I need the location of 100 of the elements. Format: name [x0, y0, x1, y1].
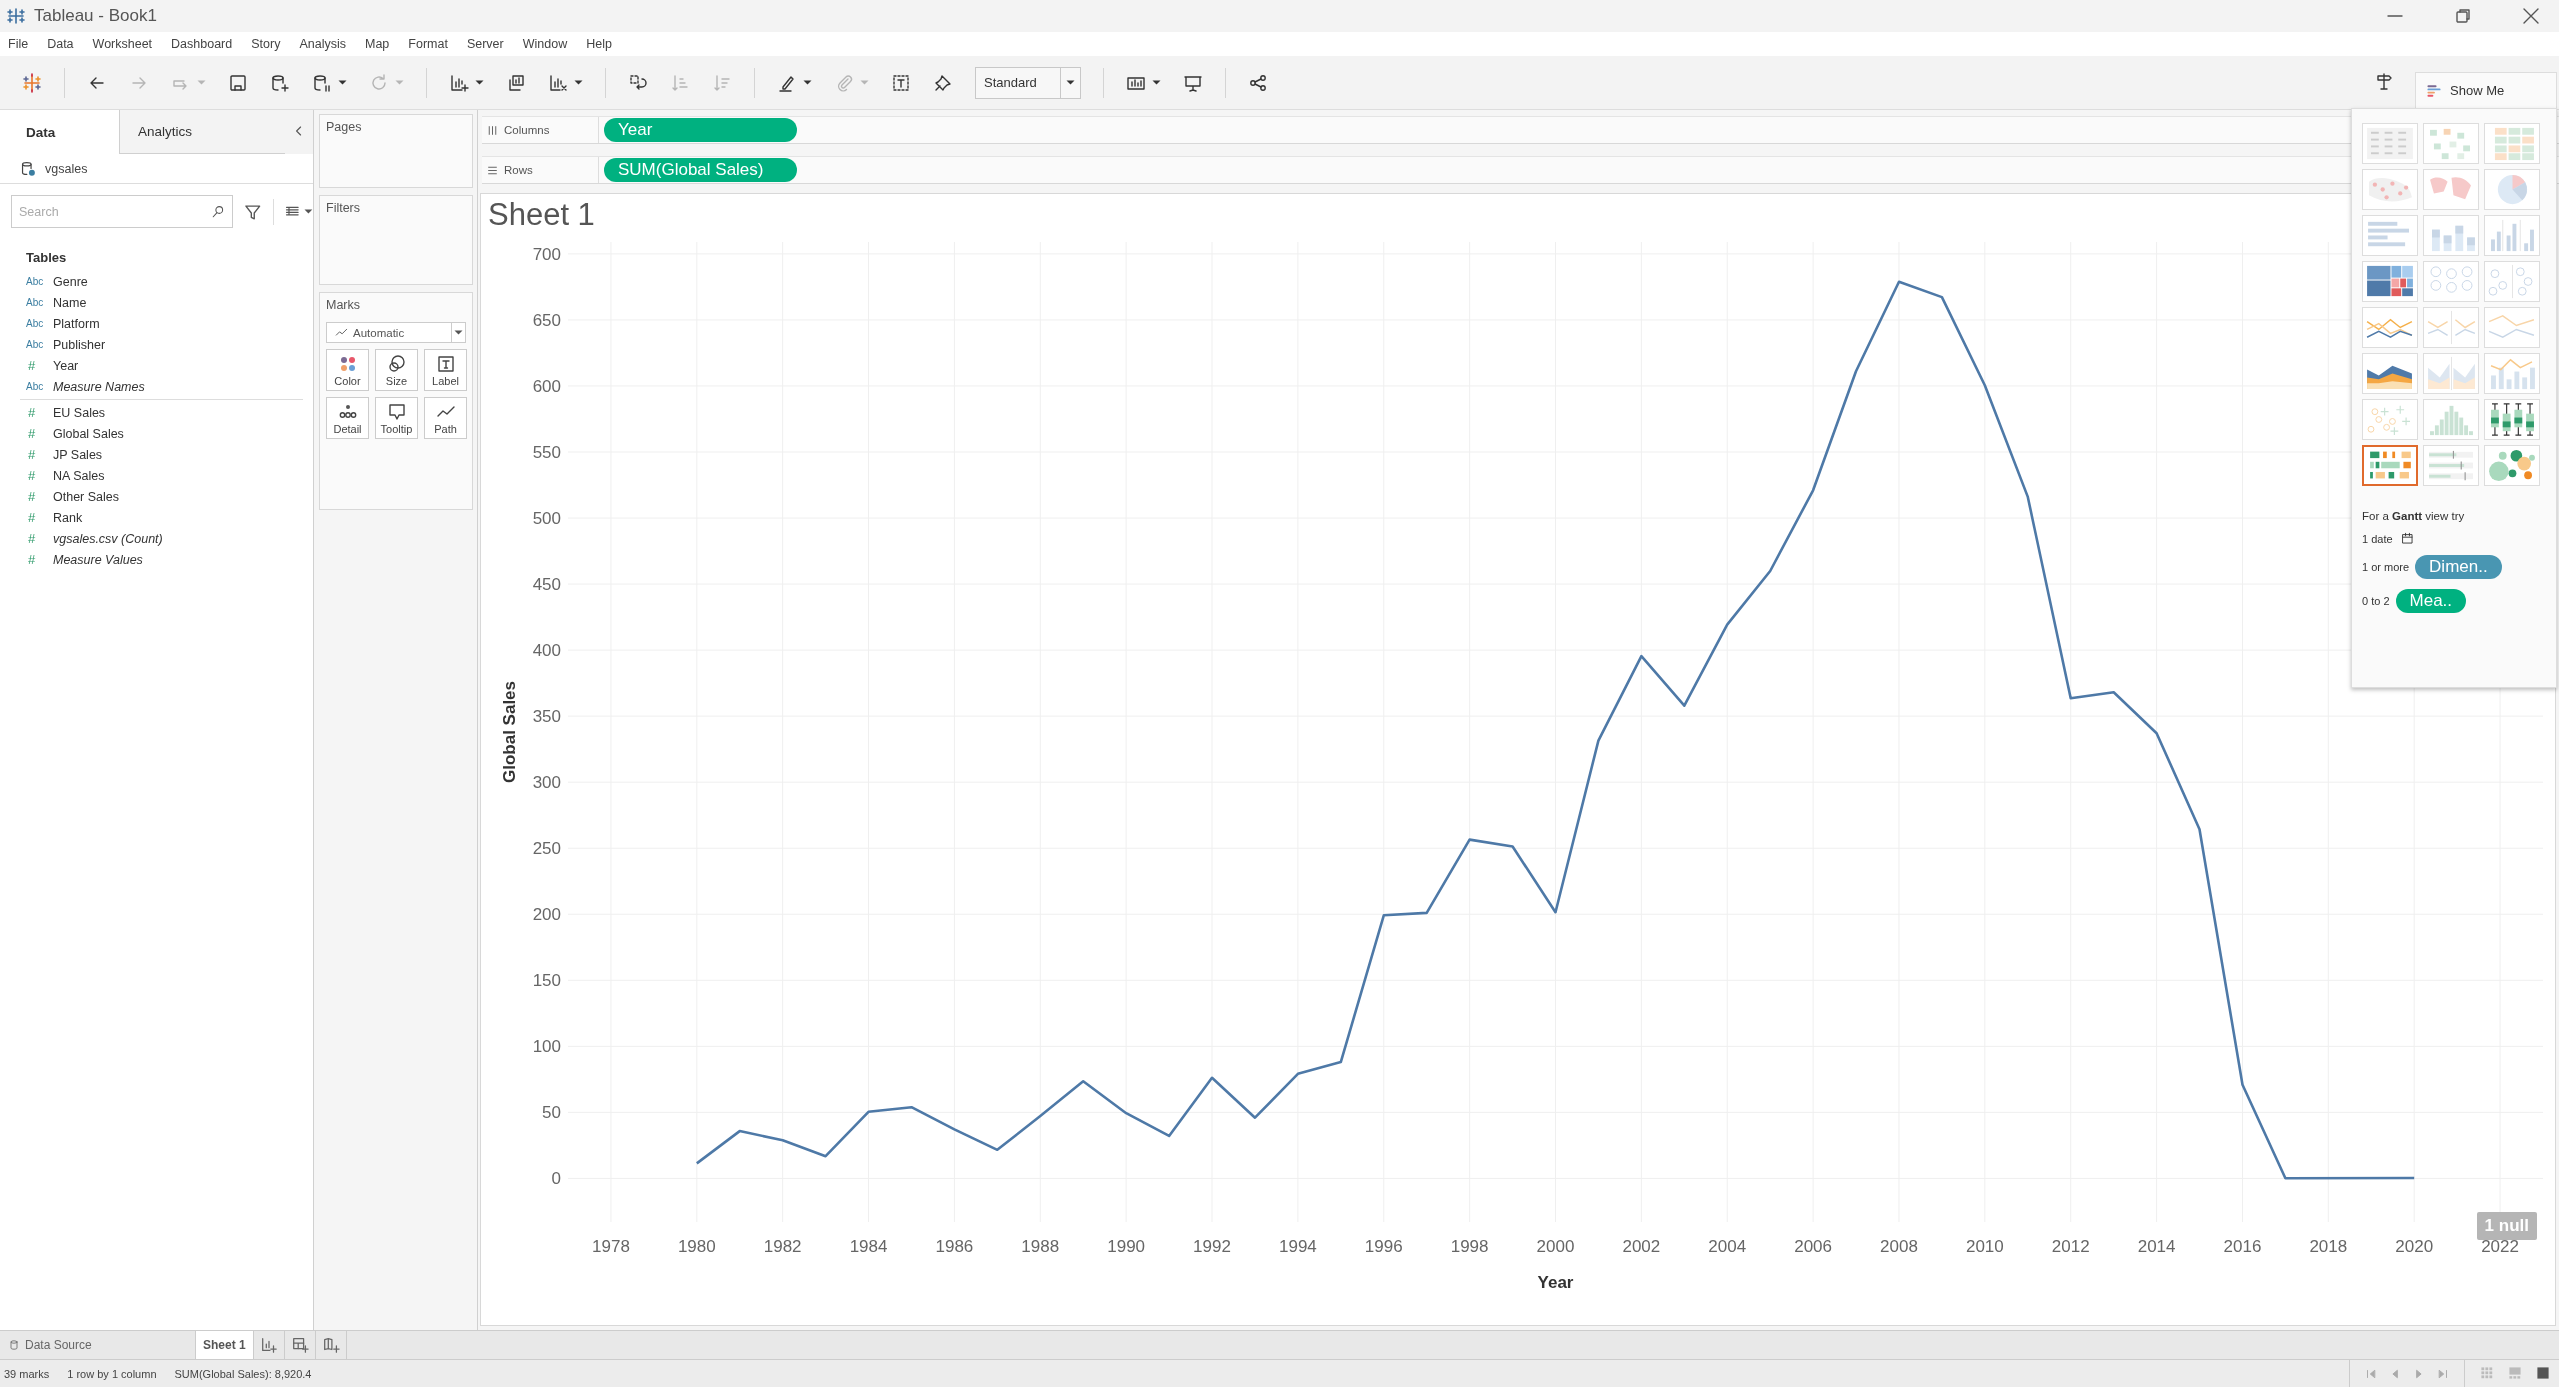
field-name[interactable]: Global Sales	[53, 426, 124, 441]
menu-item[interactable]: Server	[466, 37, 504, 51]
axis-tick-label: 2020	[2395, 1237, 2434, 1256]
axis-tick-label: 1978	[592, 1237, 630, 1256]
new-worksheet-icon[interactable]	[259, 1336, 278, 1354]
zoom-fit-dropdown[interactable]: Standard	[975, 66, 1081, 99]
caret-icon[interactable]	[304, 208, 313, 215]
field-name[interactable]: Measure Values	[53, 552, 143, 567]
axis-tick-label: 0	[551, 1169, 561, 1189]
field-name[interactable]: Platform	[53, 316, 100, 331]
tooltip-shelf-button[interactable]: Tooltip	[375, 397, 418, 439]
database-pause-icon[interactable]	[312, 72, 332, 93]
menu-item[interactable]: Story	[251, 37, 281, 51]
axis-tick-label: 1996	[1364, 1237, 1403, 1256]
chart-type-thumbnail[interactable]	[2362, 445, 2418, 486]
axis-tick-label: 2008	[1880, 1237, 1918, 1256]
tableau-logo-icon	[6, 6, 26, 26]
menu-item[interactable]: File	[8, 37, 29, 51]
detail-shelf-button[interactable]: Detail	[326, 397, 369, 439]
menu-item[interactable]: Window	[522, 37, 568, 51]
axis-tick-label: 2022	[2481, 1237, 2519, 1256]
requirement-text: 1 date	[2362, 532, 2393, 545]
field-name[interactable]: Rank	[53, 510, 83, 525]
axis-tick-label: 350	[532, 707, 561, 727]
caret-icon[interactable]	[803, 79, 812, 86]
axis-tick-label: 550	[532, 443, 561, 462]
speech-bubble-icon	[386, 401, 407, 422]
axis-tick-label: 200	[532, 905, 561, 925]
tableau-logo-icon[interactable]	[22, 72, 42, 93]
menu-item[interactable]: Format	[408, 37, 448, 51]
text-box-icon	[435, 353, 456, 374]
axis-tick-label: 700	[532, 244, 561, 264]
field-name[interactable]: JP Sales	[53, 447, 103, 462]
tab-view-icon[interactable]	[2535, 1364, 2551, 1381]
field-name[interactable]: Publisher	[53, 337, 106, 352]
new-chart-icon[interactable]	[449, 72, 469, 93]
axis-tick-label: 100	[532, 1037, 561, 1057]
save-icon[interactable]	[228, 72, 248, 93]
field-name[interactable]: Year	[53, 358, 79, 373]
card-title: Pages	[326, 120, 363, 134]
field-name[interactable]: Name	[53, 295, 87, 310]
axis-tick-label: 300	[532, 773, 561, 793]
search-icon[interactable]	[211, 204, 226, 219]
field-name[interactable]: Measure Names	[53, 379, 145, 394]
new-dashboard-icon[interactable]	[290, 1336, 309, 1354]
path-shelf-button[interactable]: Path	[424, 397, 467, 439]
database-icon	[8, 1339, 20, 1351]
search-field[interactable]: Search	[11, 195, 233, 228]
axis-tick-label: 1980	[677, 1237, 716, 1256]
add-database-icon[interactable]	[270, 72, 290, 93]
clear-chart-icon[interactable]	[548, 72, 568, 93]
share-icon[interactable]	[1248, 72, 1268, 93]
field-name[interactable]: Other Sales	[53, 489, 119, 504]
label-shelf-button[interactable]: Label	[424, 349, 467, 391]
data-type-glyph: Abc	[26, 318, 45, 329]
menu-item[interactable]: Dashboard	[171, 37, 233, 51]
pin-icon[interactable]	[933, 72, 953, 93]
menu-item[interactable]: Data	[47, 37, 74, 51]
data-type-glyph: Abc	[26, 339, 45, 350]
mark-type-dropdown[interactable]: Automatic	[326, 322, 466, 343]
menu-item[interactable]: Worksheet	[92, 37, 153, 51]
columns-icon	[486, 123, 499, 137]
axis-tick-label: 2010	[1965, 1237, 2004, 1256]
caret-icon[interactable]	[475, 79, 484, 86]
shelf-label: Columns	[504, 124, 550, 136]
caret-icon	[454, 329, 463, 336]
show-me-tab[interactable]: Show Me	[2415, 72, 2557, 108]
axis-tick-label: 2016	[2223, 1237, 2262, 1256]
data-type-glyph: #	[27, 447, 37, 462]
field-name[interactable]: NA Sales	[53, 468, 105, 483]
data-source-tab[interactable]: Data Source	[0, 1331, 195, 1359]
data-source-name[interactable]: vgsales	[45, 161, 88, 176]
menu-item[interactable]: Map	[364, 37, 390, 51]
sheet-tab[interactable]: Sheet 1	[195, 1331, 254, 1359]
field-name[interactable]: vgsales.csv (Count)	[53, 531, 163, 546]
color-shelf-button[interactable]: Color	[326, 349, 369, 391]
restore-icon[interactable]	[2453, 6, 2473, 26]
size-shelf-button[interactable]: Size	[375, 349, 418, 391]
axis-tick-label: 2018	[2309, 1237, 2348, 1256]
field-pill: Mea..	[2395, 589, 2467, 613]
data-type-glyph: #	[27, 531, 37, 546]
signpost-icon[interactable]	[2374, 70, 2394, 91]
caret-icon[interactable]	[574, 79, 583, 86]
close-icon[interactable]	[2521, 6, 2541, 26]
pane-tab[interactable]: Analytics	[119, 110, 285, 154]
caret-icon[interactable]	[338, 79, 347, 86]
status-text: 1 row by 1 column	[67, 1367, 157, 1380]
duplicate-chart-icon[interactable]	[506, 72, 526, 93]
data-type-glyph: #	[27, 468, 37, 483]
data-type-glyph: #	[27, 552, 37, 567]
text-label-icon[interactable]	[891, 72, 911, 93]
menu-item[interactable]: Help	[586, 37, 612, 51]
caret-icon[interactable]	[1152, 79, 1161, 86]
pane-tab[interactable]: Data	[0, 110, 119, 154]
caret-icon	[1066, 79, 1075, 86]
field-name[interactable]: Genre	[53, 274, 88, 289]
data-type-glyph: #	[27, 489, 37, 504]
new-story-icon[interactable]	[321, 1336, 340, 1354]
menu-item[interactable]: Analysis	[299, 37, 346, 51]
field-name[interactable]: EU Sales	[53, 405, 106, 420]
